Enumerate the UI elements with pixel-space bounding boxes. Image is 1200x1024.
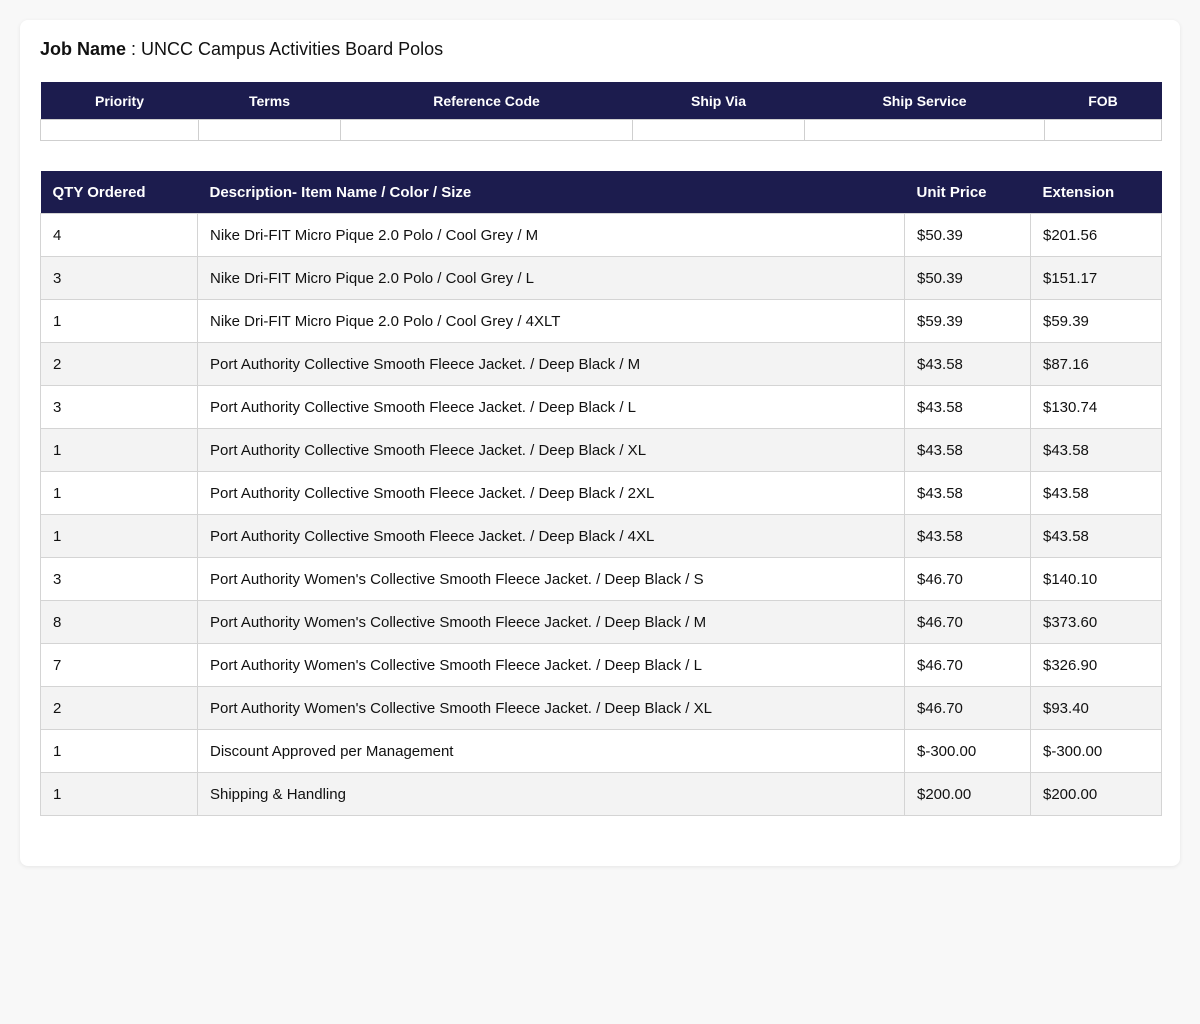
unit-price-cell: $46.70	[904, 600, 1031, 644]
value-priority	[40, 119, 199, 141]
extension-cell: $373.60	[1030, 600, 1162, 644]
line-items-body: 4 Nike Dri-FIT Micro Pique 2.0 Polo / Co…	[40, 213, 1162, 816]
header-priority: Priority	[40, 82, 199, 120]
extension-cell: $326.90	[1030, 643, 1162, 687]
qty-cell: 2	[40, 342, 198, 386]
unit-price-cell: $43.58	[904, 514, 1031, 558]
description-cell: Nike Dri-FIT Micro Pique 2.0 Polo / Cool…	[197, 299, 905, 343]
description-cell: Port Authority Women's Collective Smooth…	[197, 600, 905, 644]
extension-cell: $151.17	[1030, 256, 1162, 300]
unit-price-cell: $46.70	[904, 643, 1031, 687]
extension-cell: $43.58	[1030, 514, 1162, 558]
qty-cell: 1	[40, 514, 198, 558]
shipping-info-header-row: Priority Terms Reference Code Ship Via S…	[40, 82, 1162, 120]
qty-cell: 1	[40, 772, 198, 816]
unit-price-cell: $50.39	[904, 213, 1031, 257]
table-row: 1 Nike Dri-FIT Micro Pique 2.0 Polo / Co…	[40, 299, 1162, 343]
table-row: 3 Nike Dri-FIT Micro Pique 2.0 Polo / Co…	[40, 256, 1162, 300]
line-items-header-row: QTY Ordered Description- Item Name / Col…	[40, 171, 1162, 214]
unit-price-cell: $43.58	[904, 471, 1031, 515]
shipping-info-value-row	[40, 119, 1162, 141]
qty-cell: 1	[40, 428, 198, 472]
line-items-table: QTY Ordered Description- Item Name / Col…	[40, 171, 1162, 816]
table-row: 8 Port Authority Women's Collective Smoo…	[40, 600, 1162, 644]
header-extension: Extension	[1030, 171, 1162, 214]
qty-cell: 8	[40, 600, 198, 644]
header-description: Description- Item Name / Color / Size	[197, 171, 905, 214]
table-row: 4 Nike Dri-FIT Micro Pique 2.0 Polo / Co…	[40, 213, 1162, 257]
description-cell: Port Authority Collective Smooth Fleece …	[197, 342, 905, 386]
unit-price-cell: $46.70	[904, 557, 1031, 601]
extension-cell: $87.16	[1030, 342, 1162, 386]
description-cell: Discount Approved per Management	[197, 729, 905, 773]
unit-price-cell: $-300.00	[904, 729, 1031, 773]
qty-cell: 3	[40, 385, 198, 429]
table-row: 1 Shipping & Handling $200.00 $200.00	[40, 772, 1162, 816]
table-row: 2 Port Authority Collective Smooth Fleec…	[40, 342, 1162, 386]
header-unit-price: Unit Price	[904, 171, 1031, 214]
job-name-separator: :	[126, 39, 142, 59]
description-cell: Port Authority Women's Collective Smooth…	[197, 686, 905, 730]
description-cell: Nike Dri-FIT Micro Pique 2.0 Polo / Cool…	[197, 213, 905, 257]
extension-cell: $140.10	[1030, 557, 1162, 601]
description-cell: Port Authority Collective Smooth Fleece …	[197, 385, 905, 429]
extension-cell: $-300.00	[1030, 729, 1162, 773]
value-ship-service	[804, 119, 1045, 141]
header-ship-service: Ship Service	[804, 82, 1045, 120]
description-cell: Port Authority Women's Collective Smooth…	[197, 643, 905, 687]
extension-cell: $43.58	[1030, 471, 1162, 515]
table-row: 3 Port Authority Collective Smooth Fleec…	[40, 385, 1162, 429]
table-row: 2 Port Authority Women's Collective Smoo…	[40, 686, 1162, 730]
extension-cell: $43.58	[1030, 428, 1162, 472]
qty-cell: 4	[40, 213, 198, 257]
qty-cell: 1	[40, 299, 198, 343]
job-name-value: UNCC Campus Activities Board Polos	[141, 39, 444, 59]
table-row: 1 Port Authority Collective Smooth Fleec…	[40, 514, 1162, 558]
value-fob	[1044, 119, 1162, 141]
extension-cell: $130.74	[1030, 385, 1162, 429]
table-row: 1 Port Authority Collective Smooth Fleec…	[40, 428, 1162, 472]
unit-price-cell: $43.58	[904, 342, 1031, 386]
job-name-label: Job Name	[40, 39, 127, 59]
value-ship-via	[632, 119, 805, 141]
header-ship-via: Ship Via	[632, 82, 805, 120]
extension-cell: $59.39	[1030, 299, 1162, 343]
header-reference-code: Reference Code	[340, 82, 633, 120]
order-card: Job Name : UNCC Campus Activities Board …	[20, 20, 1180, 866]
unit-price-cell: $200.00	[904, 772, 1031, 816]
extension-cell: $93.40	[1030, 686, 1162, 730]
unit-price-cell: $46.70	[904, 686, 1031, 730]
unit-price-cell: $50.39	[904, 256, 1031, 300]
header-terms: Terms	[198, 82, 341, 120]
description-cell: Nike Dri-FIT Micro Pique 2.0 Polo / Cool…	[197, 256, 905, 300]
extension-cell: $201.56	[1030, 213, 1162, 257]
extension-cell: $200.00	[1030, 772, 1162, 816]
unit-price-cell: $59.39	[904, 299, 1031, 343]
description-cell: Port Authority Collective Smooth Fleece …	[197, 428, 905, 472]
shipping-info-table: Priority Terms Reference Code Ship Via S…	[40, 82, 1162, 141]
qty-cell: 1	[40, 729, 198, 773]
unit-price-cell: $43.58	[904, 428, 1031, 472]
qty-cell: 3	[40, 256, 198, 300]
description-cell: Shipping & Handling	[197, 772, 905, 816]
table-row: 7 Port Authority Women's Collective Smoo…	[40, 643, 1162, 687]
qty-cell: 2	[40, 686, 198, 730]
description-cell: Port Authority Women's Collective Smooth…	[197, 557, 905, 601]
job-name-line: Job Name : UNCC Campus Activities Board …	[40, 39, 443, 60]
qty-cell: 7	[40, 643, 198, 687]
header-qty-ordered: QTY Ordered	[40, 171, 198, 214]
value-terms	[198, 119, 341, 141]
table-row: 3 Port Authority Women's Collective Smoo…	[40, 557, 1162, 601]
table-row: 1 Port Authority Collective Smooth Fleec…	[40, 471, 1162, 515]
unit-price-cell: $43.58	[904, 385, 1031, 429]
header-fob: FOB	[1044, 82, 1162, 120]
value-reference-code	[340, 119, 633, 141]
table-row: 1 Discount Approved per Management $-300…	[40, 729, 1162, 773]
description-cell: Port Authority Collective Smooth Fleece …	[197, 514, 905, 558]
description-cell: Port Authority Collective Smooth Fleece …	[197, 471, 905, 515]
qty-cell: 1	[40, 471, 198, 515]
qty-cell: 3	[40, 557, 198, 601]
